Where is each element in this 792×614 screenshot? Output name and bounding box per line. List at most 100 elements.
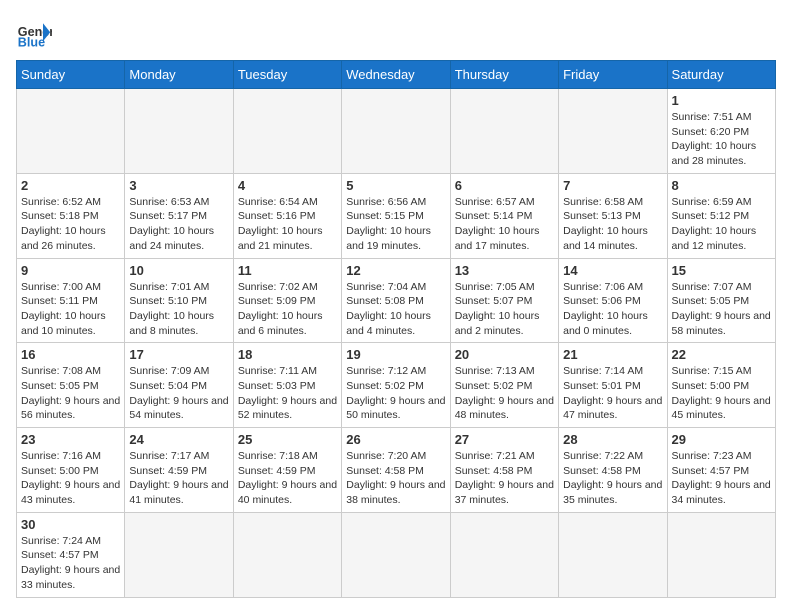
calendar-day-cell: 22 Sunrise: 7:15 AM Sunset: 5:00 PM Dayli…: [667, 343, 775, 428]
calendar-day-cell: [233, 89, 341, 174]
day-of-week-header: Monday: [125, 61, 233, 89]
calendar-day-cell: 21 Sunrise: 7:14 AM Sunset: 5:01 PM Dayli…: [559, 343, 667, 428]
day-number: 15: [672, 263, 771, 278]
calendar-week-row: 30 Sunrise: 7:24 AM Sunset: 4:57 PM Dayli…: [17, 512, 776, 597]
calendar-day-cell: 28Sunrise: 7:22 AM Sunset: 4:58 PM Dayli…: [559, 428, 667, 513]
calendar-day-cell: 4 Sunrise: 6:54 AM Sunset: 5:16 PM Daylig…: [233, 173, 341, 258]
day-number: 3: [129, 178, 228, 193]
logo: General Blue: [16, 16, 52, 52]
day-sun-info: Sunrise: 7:00 AM Sunset: 5:11 PM Dayligh…: [21, 280, 120, 339]
calendar-day-cell: 26Sunrise: 7:20 AM Sunset: 4:58 PM Dayli…: [342, 428, 450, 513]
day-number: 21: [563, 347, 662, 362]
calendar-day-cell: [233, 512, 341, 597]
calendar-day-cell: 30 Sunrise: 7:24 AM Sunset: 4:57 PM Dayli…: [17, 512, 125, 597]
calendar-day-cell: 17 Sunrise: 7:09 AM Sunset: 5:04 PM Dayli…: [125, 343, 233, 428]
day-number: 17: [129, 347, 228, 362]
day-number: 14: [563, 263, 662, 278]
day-sun-info: Sunrise: 7:21 AM Sunset: 4:58 PM Dayligh…: [455, 449, 554, 508]
day-sun-info: Sunrise: 6:58 AM Sunset: 5:13 PM Dayligh…: [563, 195, 662, 254]
day-sun-info: Sunrise: 7:01 AM Sunset: 5:10 PM Dayligh…: [129, 280, 228, 339]
day-of-week-header: Tuesday: [233, 61, 341, 89]
day-sun-info: Sunrise: 7:02 AM Sunset: 5:09 PM Dayligh…: [238, 280, 337, 339]
calendar-day-cell: 1 Sunrise: 7:51 AM Sunset: 6:20 PM Daylig…: [667, 89, 775, 174]
calendar-day-cell: 3 Sunrise: 6:53 AM Sunset: 5:17 PM Daylig…: [125, 173, 233, 258]
calendar-day-cell: 13 Sunrise: 7:05 AM Sunset: 5:07 PM Dayli…: [450, 258, 558, 343]
day-sun-info: Sunrise: 7:15 AM Sunset: 5:00 PM Dayligh…: [672, 364, 771, 423]
day-number: 29: [672, 432, 771, 447]
day-number: 24: [129, 432, 228, 447]
day-sun-info: Sunrise: 7:22 AM Sunset: 4:58 PM Dayligh…: [563, 449, 662, 508]
day-sun-info: Sunrise: 6:57 AM Sunset: 5:14 PM Dayligh…: [455, 195, 554, 254]
day-sun-info: Sunrise: 7:14 AM Sunset: 5:01 PM Dayligh…: [563, 364, 662, 423]
day-sun-info: Sunrise: 7:06 AM Sunset: 5:06 PM Dayligh…: [563, 280, 662, 339]
calendar-day-cell: 25 Sunrise: 7:18 AM Sunset: 4:59 PM Dayli…: [233, 428, 341, 513]
day-number: 19: [346, 347, 445, 362]
calendar-day-cell: 29 Sunrise: 7:23 AM Sunset: 4:57 PM Dayli…: [667, 428, 775, 513]
day-sun-info: Sunrise: 6:52 AM Sunset: 5:18 PM Dayligh…: [21, 195, 120, 254]
calendar-day-cell: [559, 89, 667, 174]
day-sun-info: Sunrise: 7:20 AM Sunset: 4:58 PM Dayligh…: [346, 449, 445, 508]
day-sun-info: Sunrise: 7:05 AM Sunset: 5:07 PM Dayligh…: [455, 280, 554, 339]
calendar-day-cell: 7Sunrise: 6:58 AM Sunset: 5:13 PM Daylig…: [559, 173, 667, 258]
calendar-day-cell: 23Sunrise: 7:16 AM Sunset: 5:00 PM Dayli…: [17, 428, 125, 513]
day-sun-info: Sunrise: 6:54 AM Sunset: 5:16 PM Dayligh…: [238, 195, 337, 254]
day-sun-info: Sunrise: 7:18 AM Sunset: 4:59 PM Dayligh…: [238, 449, 337, 508]
day-sun-info: Sunrise: 7:51 AM Sunset: 6:20 PM Dayligh…: [672, 110, 771, 169]
day-number: 12: [346, 263, 445, 278]
day-sun-info: Sunrise: 6:53 AM Sunset: 5:17 PM Dayligh…: [129, 195, 228, 254]
day-sun-info: Sunrise: 7:04 AM Sunset: 5:08 PM Dayligh…: [346, 280, 445, 339]
day-number: 9: [21, 263, 120, 278]
calendar-table: SundayMondayTuesdayWednesdayThursdayFrid…: [16, 60, 776, 598]
day-of-week-header: Friday: [559, 61, 667, 89]
day-number: 18: [238, 347, 337, 362]
calendar-day-cell: [342, 512, 450, 597]
calendar-day-cell: [450, 89, 558, 174]
svg-text:Blue: Blue: [18, 36, 45, 50]
day-number: 22: [672, 347, 771, 362]
day-of-week-header: Wednesday: [342, 61, 450, 89]
day-number: 2: [21, 178, 120, 193]
day-number: 5: [346, 178, 445, 193]
day-sun-info: Sunrise: 7:09 AM Sunset: 5:04 PM Dayligh…: [129, 364, 228, 423]
day-number: 13: [455, 263, 554, 278]
day-number: 10: [129, 263, 228, 278]
calendar-week-row: 1 Sunrise: 7:51 AM Sunset: 6:20 PM Daylig…: [17, 89, 776, 174]
calendar-day-cell: 12 Sunrise: 7:04 AM Sunset: 5:08 PM Dayli…: [342, 258, 450, 343]
day-number: 23: [21, 432, 120, 447]
day-sun-info: Sunrise: 7:08 AM Sunset: 5:05 PM Dayligh…: [21, 364, 120, 423]
calendar-day-cell: 2 Sunrise: 6:52 AM Sunset: 5:18 PM Daylig…: [17, 173, 125, 258]
day-number: 4: [238, 178, 337, 193]
day-of-week-header: Sunday: [17, 61, 125, 89]
logo-icon: General Blue: [16, 16, 52, 52]
calendar-day-cell: 9 Sunrise: 7:00 AM Sunset: 5:11 PM Daylig…: [17, 258, 125, 343]
day-number: 25: [238, 432, 337, 447]
calendar-day-cell: [342, 89, 450, 174]
day-number: 1: [672, 93, 771, 108]
day-sun-info: Sunrise: 7:13 AM Sunset: 5:02 PM Dayligh…: [455, 364, 554, 423]
page-header: General Blue: [16, 16, 776, 52]
calendar-day-cell: [125, 89, 233, 174]
calendar-day-cell: 27 Sunrise: 7:21 AM Sunset: 4:58 PM Dayli…: [450, 428, 558, 513]
calendar-week-row: 16Sunrise: 7:08 AM Sunset: 5:05 PM Dayli…: [17, 343, 776, 428]
calendar-day-cell: 16Sunrise: 7:08 AM Sunset: 5:05 PM Dayli…: [17, 343, 125, 428]
calendar-day-cell: [125, 512, 233, 597]
day-sun-info: Sunrise: 7:17 AM Sunset: 4:59 PM Dayligh…: [129, 449, 228, 508]
calendar-day-cell: 10 Sunrise: 7:01 AM Sunset: 5:10 PM Dayli…: [125, 258, 233, 343]
calendar-day-cell: 5Sunrise: 6:56 AM Sunset: 5:15 PM Daylig…: [342, 173, 450, 258]
day-number: 30: [21, 517, 120, 532]
day-sun-info: Sunrise: 7:23 AM Sunset: 4:57 PM Dayligh…: [672, 449, 771, 508]
day-number: 27: [455, 432, 554, 447]
calendar-day-cell: 20Sunrise: 7:13 AM Sunset: 5:02 PM Dayli…: [450, 343, 558, 428]
day-number: 8: [672, 178, 771, 193]
calendar-week-row: 9 Sunrise: 7:00 AM Sunset: 5:11 PM Daylig…: [17, 258, 776, 343]
day-number: 6: [455, 178, 554, 193]
calendar-day-cell: 11Sunrise: 7:02 AM Sunset: 5:09 PM Dayli…: [233, 258, 341, 343]
calendar-day-cell: [667, 512, 775, 597]
calendar-day-cell: 6 Sunrise: 6:57 AM Sunset: 5:14 PM Daylig…: [450, 173, 558, 258]
calendar-day-cell: 18 Sunrise: 7:11 AM Sunset: 5:03 PM Dayli…: [233, 343, 341, 428]
day-sun-info: Sunrise: 7:24 AM Sunset: 4:57 PM Dayligh…: [21, 534, 120, 593]
day-sun-info: Sunrise: 7:11 AM Sunset: 5:03 PM Dayligh…: [238, 364, 337, 423]
calendar-day-cell: [450, 512, 558, 597]
calendar-day-cell: 19Sunrise: 7:12 AM Sunset: 5:02 PM Dayli…: [342, 343, 450, 428]
calendar-week-row: 2 Sunrise: 6:52 AM Sunset: 5:18 PM Daylig…: [17, 173, 776, 258]
